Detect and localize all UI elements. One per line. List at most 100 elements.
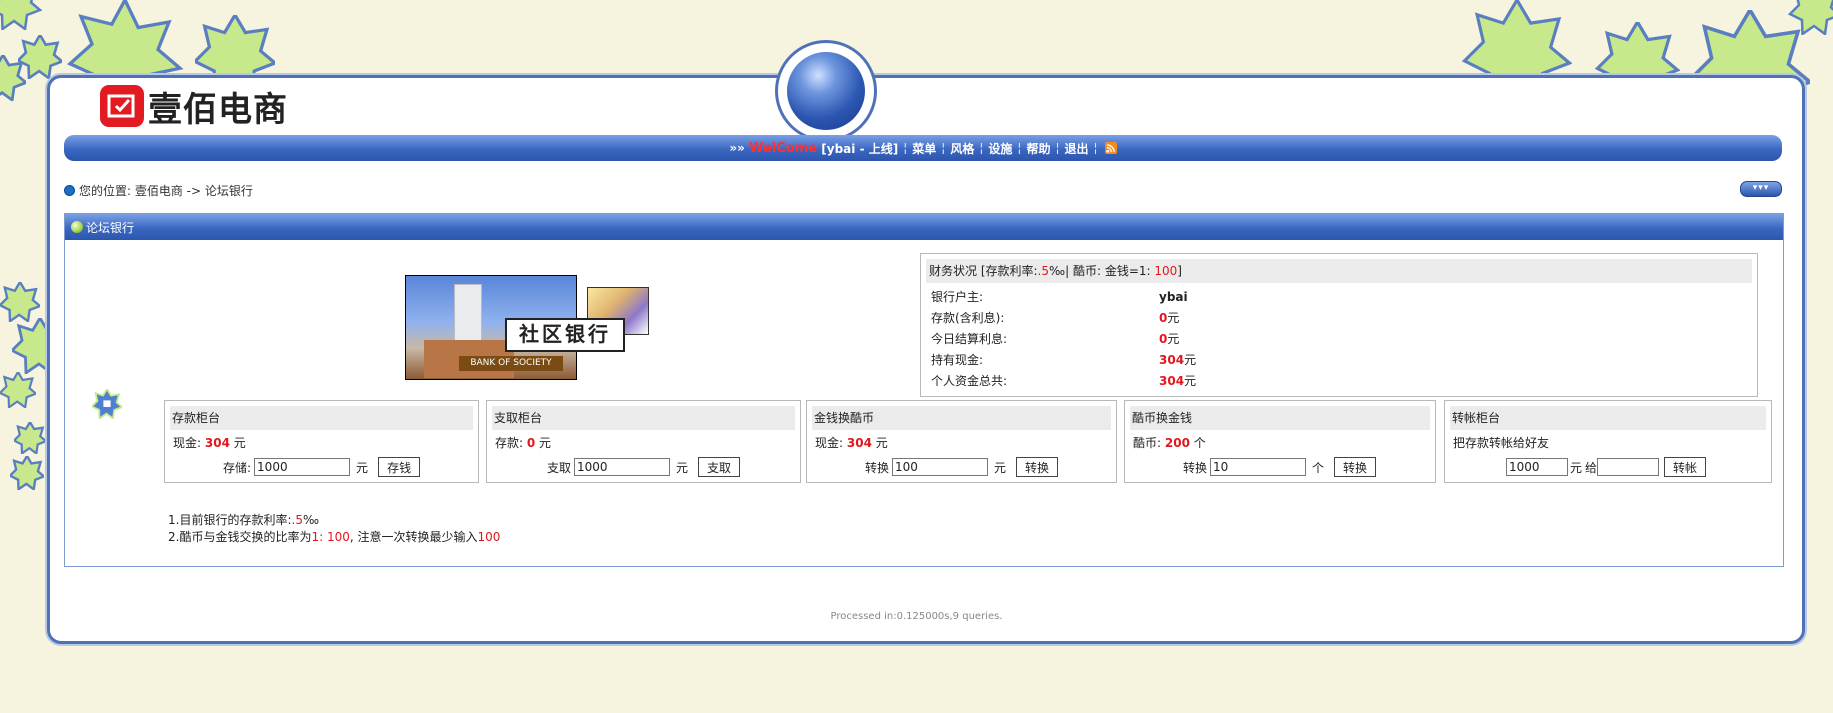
transfer-title: 转帐柜台	[1450, 406, 1766, 430]
finance-header-mid: ‰| 酷币: 金钱=1:	[1049, 264, 1151, 278]
panel-header: 论坛银行	[65, 214, 1783, 240]
money-to-coin-input[interactable]	[892, 458, 989, 476]
user-status-link[interactable]: [ybai - 上线]	[821, 140, 898, 157]
coin-to-money-counter: 酷币换金钱 酷币: 200 个 转换 个 转换	[1124, 400, 1436, 483]
bank-image-subtitle: BANK OF SOCIETY	[459, 356, 563, 371]
site-logo[interactable]: 壹佰电商	[100, 84, 288, 130]
note-2-mid: , 注意一次转换最少输入	[349, 530, 478, 544]
deposit-counter: 存款柜台 现金: 304 元 存储: 元 存钱	[164, 400, 479, 483]
note-2-min: 100	[477, 530, 501, 544]
withdraw-unit: 元	[676, 460, 689, 475]
welcome-text: WelCome	[749, 140, 818, 156]
finance-value: 304	[1159, 374, 1185, 388]
header-orb	[775, 40, 877, 142]
nav-separator: ¦	[1017, 141, 1022, 155]
transfer-info: 把存款转帐给好友	[1453, 436, 1550, 450]
top-nav-bar: »» WelCome [ybai - 上线] ¦ 菜单 ¦ 风格 ¦ 设施 ¦ …	[64, 135, 1782, 161]
nav-separator: ¦	[1055, 141, 1060, 155]
bank-notes: 1.目前银行的存款利率:.5‰ 2.酷币与金钱交换的比率为1: 100, 注意一…	[168, 512, 500, 546]
finance-row-owner: 银行户主: ybai	[921, 287, 1757, 308]
finance-header-suffix: ]	[1177, 264, 1182, 278]
finance-label: 银行户主:	[931, 290, 984, 304]
coin-to-money-info: 酷币: 200 个	[1125, 435, 1435, 452]
finance-row-interest: 今日结算利息: 0 元	[921, 329, 1757, 350]
finance-label: 个人资金总共:	[931, 374, 1008, 388]
panel-ball-icon	[71, 221, 83, 233]
withdraw-counter: 支取柜台 存款: 0 元 支取 元 支取	[486, 400, 801, 483]
nav-separator: ¦	[979, 141, 984, 155]
finance-unit: 元	[1184, 353, 1197, 367]
finance-label: 持有现金:	[931, 353, 984, 367]
transfer-amount-input[interactable]	[1506, 458, 1568, 476]
coin-to-money-title: 酷币换金钱	[1130, 406, 1430, 430]
money-to-coin-button[interactable]: 转换	[1016, 457, 1059, 477]
deposit-button[interactable]: 存钱	[378, 457, 421, 477]
note-2-ratio: 1: 100	[311, 530, 350, 544]
globe-icon	[787, 52, 865, 130]
panel-title: 论坛银行	[86, 220, 135, 235]
withdraw-info-unit: 元	[535, 436, 552, 450]
transfer-to-label: 给	[1585, 460, 1598, 475]
withdraw-button[interactable]: 支取	[698, 457, 741, 477]
deposit-action-row: 存储: 元 存钱	[165, 457, 478, 477]
transfer-action-row: 元 给 转帐	[1445, 457, 1771, 477]
finance-label: 存款(含利息):	[931, 311, 1005, 325]
footer-processed-info: Processed in:0.125000s,9 queries.	[830, 611, 1003, 622]
decorative-star-icon	[14, 422, 46, 454]
money-to-coin-info-label: 现金:	[815, 436, 844, 450]
money-to-coin-info: 现金: 304 元	[807, 435, 1116, 452]
deposit-action-label: 存储:	[223, 460, 252, 475]
nav-item-facilities[interactable]: 设施	[988, 140, 1012, 157]
nav-separator: ¦	[903, 141, 908, 155]
deposit-info-value: 304	[204, 436, 230, 450]
finance-header: 财务状况 [存款利率:.5‰| 酷币: 金钱=1: 100]	[926, 259, 1752, 283]
note-line-1: 1.目前银行的存款利率:.5‰	[168, 512, 500, 529]
finance-value: ybai	[1159, 290, 1188, 304]
nav-item-menu[interactable]: 菜单	[912, 140, 936, 157]
money-to-coin-info-unit: 元	[871, 436, 888, 450]
note-1-rate: .5	[291, 513, 303, 527]
finance-row-cash: 持有现金: 304 元	[921, 350, 1757, 371]
finance-label: 今日结算利息:	[931, 332, 1008, 346]
deposit-info: 现金: 304 元	[165, 435, 478, 452]
nav-separator: ¦	[1093, 141, 1098, 155]
bank-image-title: 社区银行	[505, 318, 625, 352]
breadcrumb-text[interactable]: 您的位置: 壹佰电商 -> 论坛银行	[79, 182, 253, 199]
withdraw-amount-input[interactable]	[574, 458, 671, 476]
note-1-suffix: ‰	[302, 513, 320, 527]
deposit-amount-input[interactable]	[254, 458, 351, 476]
finance-row-deposit: 存款(含利息): 0 元	[921, 308, 1757, 329]
withdraw-title: 支取柜台	[492, 406, 795, 430]
nav-item-logout[interactable]: 退出	[1065, 140, 1089, 157]
money-to-coin-title: 金钱换酷币	[812, 406, 1111, 430]
note-line-2: 2.酷币与金钱交换的比率为1: 100, 注意一次转换最少输入100	[168, 529, 500, 546]
money-to-coin-action-label: 转换	[865, 460, 890, 475]
nav-item-help[interactable]: 帮助	[1026, 140, 1050, 157]
transfer-unit: 元	[1570, 460, 1583, 475]
decorative-star-icon	[10, 456, 44, 490]
withdraw-action-label: 支取	[547, 460, 572, 475]
decorative-star-icon	[0, 55, 26, 101]
rss-icon[interactable]	[1104, 142, 1117, 154]
finance-rate: .5	[1037, 264, 1049, 278]
collapse-toggle-button[interactable]: ▾▾▾	[1740, 181, 1782, 197]
coin-to-money-button[interactable]: 转换	[1334, 457, 1377, 477]
withdraw-action-row: 支取 元 支取	[487, 457, 800, 477]
coin-to-money-info-label: 酷币:	[1133, 436, 1162, 450]
transfer-friend-input[interactable]	[1597, 458, 1660, 476]
logo-text: 壹佰电商	[148, 89, 288, 130]
coin-to-money-unit: 个	[1312, 460, 1325, 475]
deposit-title: 存款柜台	[170, 406, 473, 430]
coin-to-money-info-value: 200	[1164, 436, 1190, 450]
finance-value: 304	[1159, 353, 1185, 367]
money-to-coin-counter: 金钱换酷币 现金: 304 元 转换 元 转换	[806, 400, 1117, 483]
coin-to-money-input[interactable]	[1210, 458, 1307, 476]
finance-row-total: 个人资金总共: 304 元	[921, 371, 1757, 392]
nav-prefix: »»	[729, 141, 745, 155]
note-2-prefix: 2.酷币与金钱交换的比率为	[168, 530, 312, 544]
decorative-star-icon	[0, 0, 43, 30]
finance-value: 0	[1159, 332, 1168, 346]
transfer-button[interactable]: 转帐	[1664, 457, 1707, 477]
nav-item-style[interactable]: 风格	[950, 140, 974, 157]
finance-unit: 元	[1167, 332, 1180, 346]
